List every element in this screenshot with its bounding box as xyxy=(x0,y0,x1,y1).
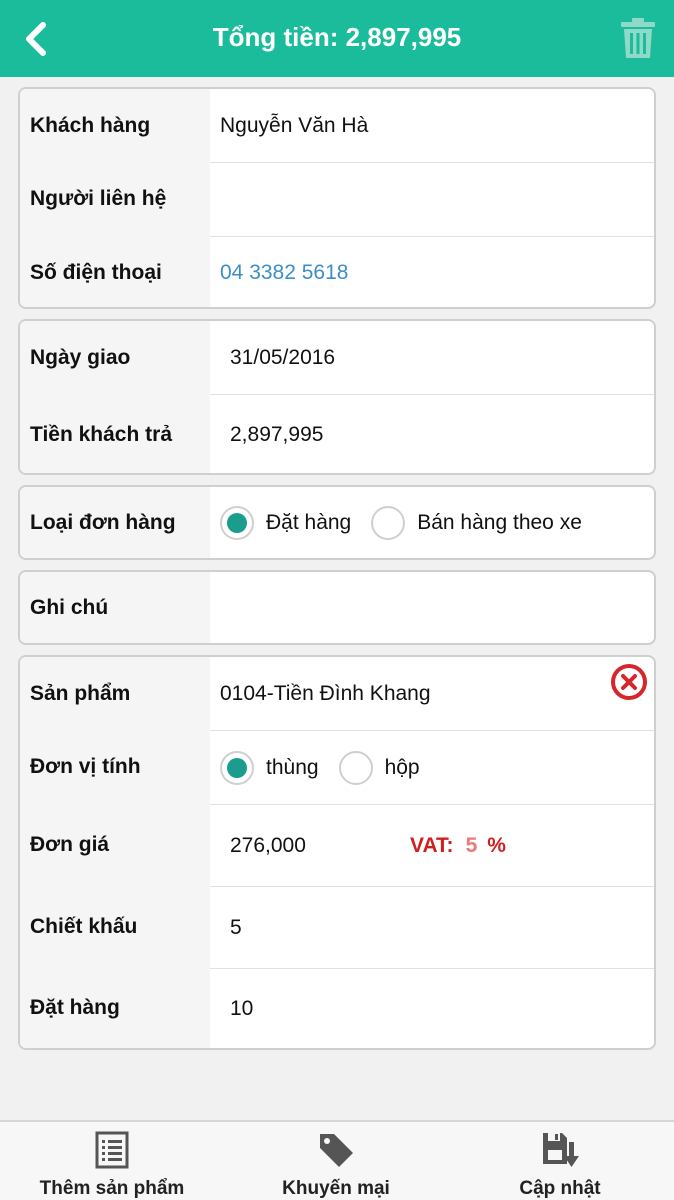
radio-unselected-icon xyxy=(371,505,406,540)
product-card: Sản phẩm 0104-Tiền Đình Khang Đơn vị tín… xyxy=(18,655,656,1050)
total-amount-title: Tổng tiền: 2,897,995 xyxy=(212,22,462,52)
update-label: Cập nhật xyxy=(519,1178,601,1199)
product-label: Sản phẩm xyxy=(30,681,131,705)
order-type-card: Loại đơn hàng Đặt hàng Bán hàng theo xe xyxy=(18,485,656,560)
price-field: 276,000 VAT: 5% xyxy=(210,804,654,886)
contact-row[interactable]: Người liên hệ xyxy=(20,162,654,236)
contact-label: Người liên hệ xyxy=(30,187,167,210)
phone-link[interactable]: 04 3382 5618 xyxy=(210,236,654,307)
radio-selected-icon xyxy=(220,750,254,785)
order-type-option-label: Đặt hàng xyxy=(266,510,352,534)
update-button[interactable]: Cập nhật xyxy=(448,1122,672,1200)
contact-field[interactable] xyxy=(210,162,654,236)
close-circle-icon xyxy=(611,664,647,700)
vat-input[interactable]: 5 xyxy=(466,834,478,857)
note-row[interactable]: Ghi chú xyxy=(20,572,654,643)
unit-option-hop[interactable]: hộp xyxy=(338,750,420,785)
product-value[interactable]: 0104-Tiền Đình Khang xyxy=(210,657,654,730)
paid-amount-row[interactable]: Tiền khách trả 2,897,995 xyxy=(20,394,654,473)
phone-row[interactable]: Số điện thoại 04 3382 5618 xyxy=(20,236,654,307)
add-product-button[interactable]: Thêm sản phẩm xyxy=(0,1122,224,1200)
price-row: Đơn giá 276,000 VAT: 5% xyxy=(20,804,654,886)
unit-option-label: thùng xyxy=(266,755,319,779)
vat-label: VAT: xyxy=(410,833,454,857)
order-type-option-label: Bán hàng theo xe xyxy=(417,510,582,534)
vat-unit: % xyxy=(487,833,506,857)
price-label: Đơn giá xyxy=(30,833,110,856)
phone-label: Số điện thoại xyxy=(30,260,162,284)
vat-group: VAT: 5% xyxy=(410,834,506,858)
delivery-card: Ngày giao 31/05/2016 Tiền khách trả 2,89… xyxy=(18,319,656,475)
unit-label: Đơn vị tính xyxy=(30,755,141,778)
order-type-options: Đặt hàng Bán hàng theo xe xyxy=(210,487,654,558)
quantity-row[interactable]: Đặt hàng 10 xyxy=(20,968,654,1048)
delivery-date-label: Ngày giao xyxy=(30,345,131,369)
delivery-date-row[interactable]: Ngày giao 31/05/2016 xyxy=(20,321,654,394)
unit-options: thùng hộp xyxy=(210,730,654,804)
delivery-date-value[interactable]: 31/05/2016 xyxy=(210,321,654,394)
trash-icon xyxy=(621,18,655,58)
promotion-button[interactable]: Khuyến mại xyxy=(224,1122,448,1200)
tag-icon xyxy=(320,1134,353,1167)
radio-selected-icon xyxy=(220,505,254,540)
add-product-label: Thêm sản phẩm xyxy=(39,1178,185,1199)
customer-card: Khách hàng Nguyễn Văn Hà Người liên hệ S… xyxy=(18,87,656,309)
delete-button[interactable] xyxy=(620,17,656,59)
customer-label: Khách hàng xyxy=(30,113,151,137)
unit-option-thung[interactable]: thùng xyxy=(220,750,319,785)
customer-value[interactable]: Nguyễn Văn Hà xyxy=(210,89,654,162)
order-type-label: Loại đơn hàng xyxy=(30,510,176,534)
discount-label: Chiết khấu xyxy=(30,915,138,938)
radio-unselected-icon xyxy=(338,750,373,785)
customer-row[interactable]: Khách hàng Nguyễn Văn Hà xyxy=(20,89,654,162)
order-type-option-dat-hang[interactable]: Đặt hàng xyxy=(220,505,352,540)
quantity-label: Đặt hàng xyxy=(30,996,120,1019)
price-input[interactable]: 276,000 xyxy=(230,834,306,858)
paid-amount-input[interactable]: 2,897,995 xyxy=(210,394,654,473)
quantity-input[interactable]: 10 xyxy=(210,968,654,1048)
paid-amount-label: Tiền khách trả xyxy=(30,422,172,446)
top-header: Tổng tiền: 2,897,995 xyxy=(0,0,674,77)
save-download-icon xyxy=(543,1133,579,1167)
discount-row[interactable]: Chiết khấu 5 xyxy=(20,886,654,968)
bottom-toolbar: Thêm sản phẩm Khuyến mại Cập nhật xyxy=(0,1120,674,1200)
promotion-label: Khuyến mại xyxy=(282,1178,390,1199)
remove-product-button[interactable] xyxy=(610,663,648,701)
unit-option-label: hộp xyxy=(384,755,420,779)
unit-row: Đơn vị tính thùng hộp xyxy=(20,730,654,804)
product-row[interactable]: Sản phẩm 0104-Tiền Đình Khang xyxy=(20,657,654,730)
note-card: Ghi chú xyxy=(18,570,656,645)
note-input[interactable] xyxy=(210,572,654,643)
list-icon xyxy=(95,1131,129,1169)
note-label: Ghi chú xyxy=(30,595,109,619)
discount-input[interactable]: 5 xyxy=(210,886,654,968)
order-type-option-ban-hang-theo-xe[interactable]: Bán hàng theo xe xyxy=(371,505,582,540)
order-type-row: Loại đơn hàng Đặt hàng Bán hàng theo xe xyxy=(20,487,654,558)
